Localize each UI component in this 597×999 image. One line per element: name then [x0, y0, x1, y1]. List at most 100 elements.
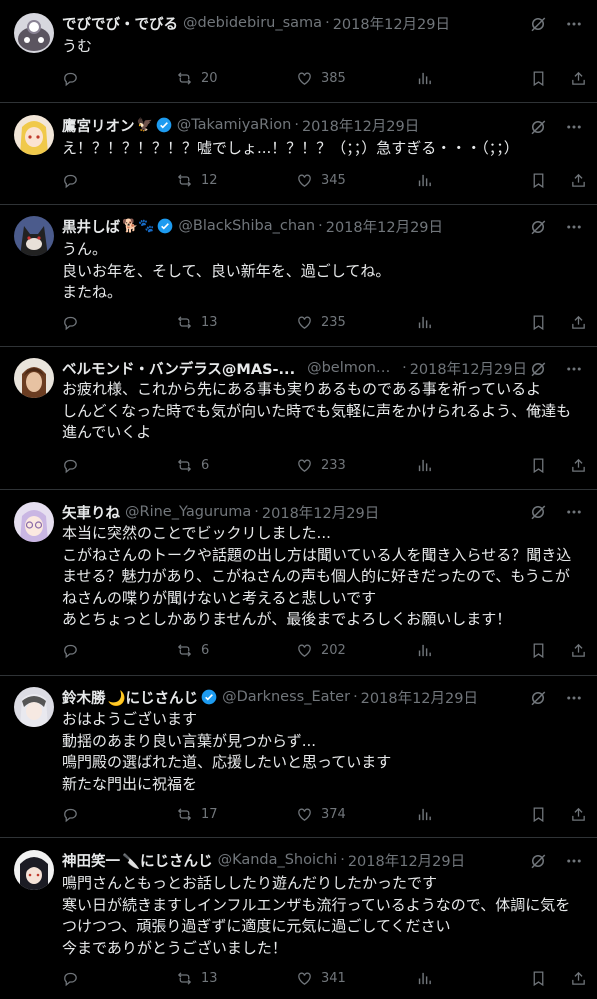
- user-handle[interactable]: @TakamiyaRion: [177, 117, 292, 133]
- bookmark-button[interactable]: [530, 806, 547, 823]
- tweet-text: おはようございます 動揺のあまり良い言葉が見つからず... 鳴門殿の選ばれた道、…: [62, 710, 392, 793]
- retweet-button[interactable]: 6: [176, 642, 209, 659]
- tweet[interactable]: 黒井しば 🐕🐾 @BlackShiba_chan · 2018年12月29日 う…: [0, 205, 597, 347]
- display-name[interactable]: でびでび・でびる: [62, 13, 178, 33]
- display-name[interactable]: 鷹宮リオン: [62, 115, 135, 135]
- more-icon[interactable]: [565, 852, 583, 870]
- views-button[interactable]: [416, 970, 433, 987]
- tweet-date[interactable]: 2018年12月29日: [333, 13, 450, 33]
- views-button[interactable]: [416, 806, 433, 823]
- share-button[interactable]: [570, 806, 587, 823]
- tweet-date[interactable]: 2018年12月29日: [302, 115, 419, 135]
- reply-button[interactable]: [62, 806, 79, 823]
- bookmark-button[interactable]: [530, 457, 547, 474]
- like-button[interactable]: 202: [296, 642, 346, 659]
- retweet-button[interactable]: 17: [176, 806, 218, 823]
- user-handle[interactable]: @BlackShiba_chan: [178, 218, 315, 234]
- user-handle[interactable]: @Darkness_Eater: [222, 689, 350, 705]
- avatar[interactable]: [14, 13, 54, 53]
- user-handle[interactable]: @debidebiru_sama: [183, 15, 322, 31]
- tweet-date[interactable]: 2018年12月29日: [361, 687, 478, 707]
- views-icon: [418, 174, 431, 187]
- retweet-button[interactable]: 13: [176, 970, 218, 987]
- grok-icon[interactable]: [529, 360, 547, 378]
- retweet-button[interactable]: 13: [176, 314, 218, 331]
- more-icon[interactable]: [565, 218, 583, 236]
- grok-icon[interactable]: [529, 118, 547, 136]
- like-icon: [298, 972, 311, 985]
- retweet-button[interactable]: 6: [176, 457, 209, 474]
- name-emoji: 🌙にじさんじ: [107, 690, 199, 707]
- like-button[interactable]: 374: [296, 806, 346, 823]
- share-button[interactable]: [570, 314, 587, 331]
- share-button[interactable]: [570, 70, 587, 87]
- display-name[interactable]: 鈴木勝: [62, 687, 106, 707]
- avatar[interactable]: [14, 216, 54, 256]
- display-name[interactable]: ベルモンド・バンデラス@MAS-...: [62, 358, 295, 378]
- avatar[interactable]: [14, 358, 54, 398]
- bookmark-button[interactable]: [530, 970, 547, 987]
- avatar[interactable]: [14, 850, 54, 890]
- share-button[interactable]: [570, 642, 587, 659]
- like-icon: [298, 808, 311, 821]
- views-button[interactable]: [416, 642, 433, 659]
- tweet[interactable]: 神田笑一 🔪にじさんじ @Kanda_Shoichi · 2018年12月29日…: [0, 838, 597, 999]
- like-button[interactable]: 385: [296, 70, 346, 87]
- avatar[interactable]: [14, 502, 54, 542]
- display-name[interactable]: 神田笑一: [62, 850, 120, 870]
- tweet[interactable]: 鈴木勝 🌙にじさんじ @Darkness_Eater · 2018年12月29日…: [0, 676, 597, 838]
- tweet-date[interactable]: 2018年12月29日: [348, 850, 465, 870]
- grok-icon[interactable]: [529, 218, 547, 236]
- avatar[interactable]: [14, 687, 54, 727]
- more-icon[interactable]: [565, 118, 583, 136]
- tweet[interactable]: でびでび・でびる @debidebiru_sama · 2018年12月29日 …: [0, 0, 597, 103]
- display-name[interactable]: 黒井しば: [62, 216, 120, 236]
- retweet-button[interactable]: 20: [176, 70, 218, 87]
- grok-icon[interactable]: [529, 689, 547, 707]
- bookmark-button[interactable]: [530, 314, 547, 331]
- user-handle[interactable]: @Kanda_Shoichi: [218, 852, 338, 868]
- more-icon[interactable]: [565, 15, 583, 33]
- user-handle[interactable]: @belmond_...: [307, 360, 399, 376]
- tweet-date[interactable]: 2018年12月29日: [326, 216, 443, 236]
- tweet[interactable]: ベルモンド・バンデラス@MAS-... @belmond_... · 2018年…: [0, 347, 597, 490]
- views-button[interactable]: [416, 70, 433, 87]
- retweet-button[interactable]: 12: [176, 172, 218, 189]
- tweet[interactable]: 矢車りね @Rine_Yaguruma · 2018年12月29日 本当に突然の…: [0, 490, 597, 676]
- reply-button[interactable]: [62, 70, 79, 87]
- display-name[interactable]: 矢車りね: [62, 502, 120, 522]
- like-button[interactable]: 233: [296, 457, 346, 474]
- tweet[interactable]: 鷹宮リオン 🦅 @TakamiyaRion · 2018年12月29日 え！？！…: [0, 103, 597, 205]
- views-button[interactable]: [416, 314, 433, 331]
- reply-button[interactable]: [62, 642, 79, 659]
- reply-button[interactable]: [62, 172, 79, 189]
- grok-icon[interactable]: [529, 503, 547, 521]
- like-icon: [298, 644, 311, 657]
- more-icon[interactable]: [565, 503, 583, 521]
- like-button[interactable]: 345: [296, 172, 346, 189]
- views-button[interactable]: [416, 172, 433, 189]
- share-icon: [572, 173, 585, 187]
- reply-button[interactable]: [62, 457, 79, 474]
- tweet-date[interactable]: 2018年12月29日: [410, 358, 527, 378]
- more-icon[interactable]: [565, 689, 583, 707]
- grok-icon[interactable]: [529, 852, 547, 870]
- bookmark-button[interactable]: [530, 642, 547, 659]
- like-button[interactable]: 235: [296, 314, 346, 331]
- like-icon: [298, 174, 311, 187]
- like-button[interactable]: 341: [296, 970, 346, 987]
- user-handle[interactable]: @Rine_Yaguruma: [125, 504, 251, 520]
- views-button[interactable]: [416, 457, 433, 474]
- bookmark-button[interactable]: [530, 172, 547, 189]
- avatar[interactable]: [14, 115, 54, 155]
- reply-button[interactable]: [62, 314, 79, 331]
- share-button[interactable]: [570, 457, 587, 474]
- grok-icon[interactable]: [529, 15, 547, 33]
- tweet-text: え！？！？！？！？嘘でしょ...！？！？（；；）急すぎる・・・（；；）: [62, 139, 519, 157]
- reply-button[interactable]: [62, 970, 79, 987]
- bookmark-button[interactable]: [530, 70, 547, 87]
- share-button[interactable]: [570, 172, 587, 189]
- more-icon[interactable]: [565, 360, 583, 378]
- tweet-date[interactable]: 2018年12月29日: [262, 502, 379, 522]
- share-button[interactable]: [570, 970, 587, 987]
